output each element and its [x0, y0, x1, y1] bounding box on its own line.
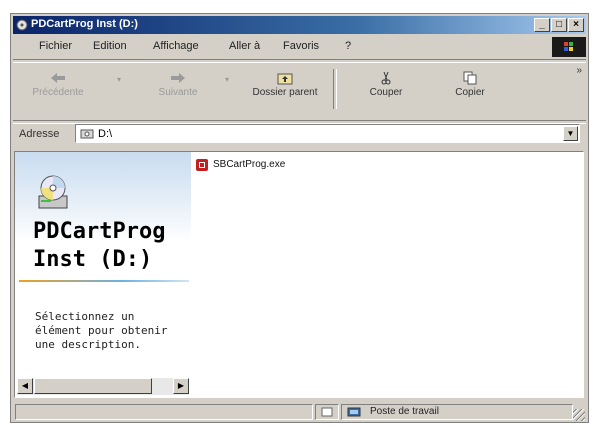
copy-icon	[463, 71, 477, 85]
drive-icon	[80, 129, 94, 139]
scroll-left-button[interactable]: ◀	[17, 378, 33, 394]
explorer-window: PDCartProg Inst (D:) _ □ × Fichier Editi…	[10, 13, 589, 423]
scroll-right-button[interactable]: ▶	[173, 378, 189, 394]
title-rule	[19, 280, 189, 282]
folder-title: PDCartProg Inst (D:)	[33, 218, 191, 274]
file-name: SBCartProg.exe	[213, 159, 286, 170]
computer-icon	[347, 407, 361, 417]
menu-fichier[interactable]: Fichier	[39, 40, 72, 52]
webview-pane: PDCartProg Inst (D:) Sélectionnez un élé…	[15, 152, 191, 397]
back-arrow-icon	[51, 73, 65, 83]
minimize-button[interactable]: _	[534, 18, 550, 32]
windows-logo	[552, 37, 586, 57]
address-dropdown[interactable]: ▼	[563, 126, 578, 141]
folder-up-icon	[277, 73, 293, 85]
address-bar: Adresse D:\ ▼	[13, 122, 586, 146]
scissors-icon	[381, 71, 391, 85]
menu-edition[interactable]: Edition	[93, 40, 127, 52]
back-label: Précédente	[32, 87, 84, 98]
menu-help[interactable]: ?	[345, 40, 351, 52]
forward-label: Suivante	[158, 87, 198, 98]
copy-label: Copier	[455, 87, 485, 98]
close-button[interactable]: ×	[568, 18, 584, 32]
status-text-panel	[15, 404, 313, 420]
menu-bar: Fichier Edition Affichage Aller à Favori…	[13, 36, 586, 58]
menu-favoris[interactable]: Favoris	[283, 40, 319, 52]
horizontal-scrollbar[interactable]: ◀ ▶	[17, 378, 189, 395]
status-bar: Poste de travail	[13, 402, 586, 422]
zone-panel: Poste de travail	[341, 404, 573, 420]
scroll-thumb[interactable]	[34, 378, 152, 394]
address-input[interactable]: D:\ ▼	[75, 124, 580, 143]
selection-description: Sélectionnez un élément pour obtenir une…	[35, 310, 168, 351]
back-button[interactable]: Précédente	[27, 65, 89, 113]
copy-button[interactable]: Copier	[439, 65, 501, 113]
menu-affichage[interactable]: Affichage	[153, 40, 199, 52]
exe-icon	[196, 159, 208, 171]
status-count-panel	[315, 404, 339, 420]
forward-button[interactable]: Suivante	[147, 65, 209, 113]
address-label: Adresse	[19, 128, 60, 140]
forward-dropdown[interactable]: ▾	[225, 75, 231, 99]
window-title: PDCartProg Inst (D:)	[31, 18, 138, 30]
cut-button[interactable]: Couper	[355, 65, 417, 113]
folder-view: PDCartProg Inst (D:) Sélectionnez un élé…	[14, 151, 584, 398]
zone-label: Poste de travail	[370, 406, 439, 417]
toolbar-separator	[333, 69, 337, 109]
address-value: D:\	[98, 128, 113, 140]
title-bar[interactable]: PDCartProg Inst (D:) _ □ ×	[13, 16, 586, 34]
cd-drive-icon	[38, 175, 68, 209]
toolbar: Précédente ▾ Suivante ▾ Dossier parent C…	[13, 61, 586, 119]
toolbar-chevron[interactable]: »	[576, 65, 582, 76]
forward-arrow-icon	[171, 73, 185, 83]
drive-icon	[16, 19, 28, 31]
maximize-button[interactable]: □	[551, 18, 567, 32]
folder-title-line1: PDCartProg	[33, 219, 166, 244]
cut-label: Couper	[369, 87, 403, 98]
back-dropdown[interactable]: ▾	[117, 75, 123, 99]
up-folder-button[interactable]: Dossier parent	[245, 65, 325, 113]
resize-grip[interactable]	[573, 409, 585, 421]
menu-aller-a[interactable]: Aller à	[229, 40, 260, 52]
status-icon	[321, 407, 333, 417]
folder-title-line2: Inst (D:)	[33, 247, 153, 272]
up-folder-label: Dossier parent	[252, 87, 318, 98]
